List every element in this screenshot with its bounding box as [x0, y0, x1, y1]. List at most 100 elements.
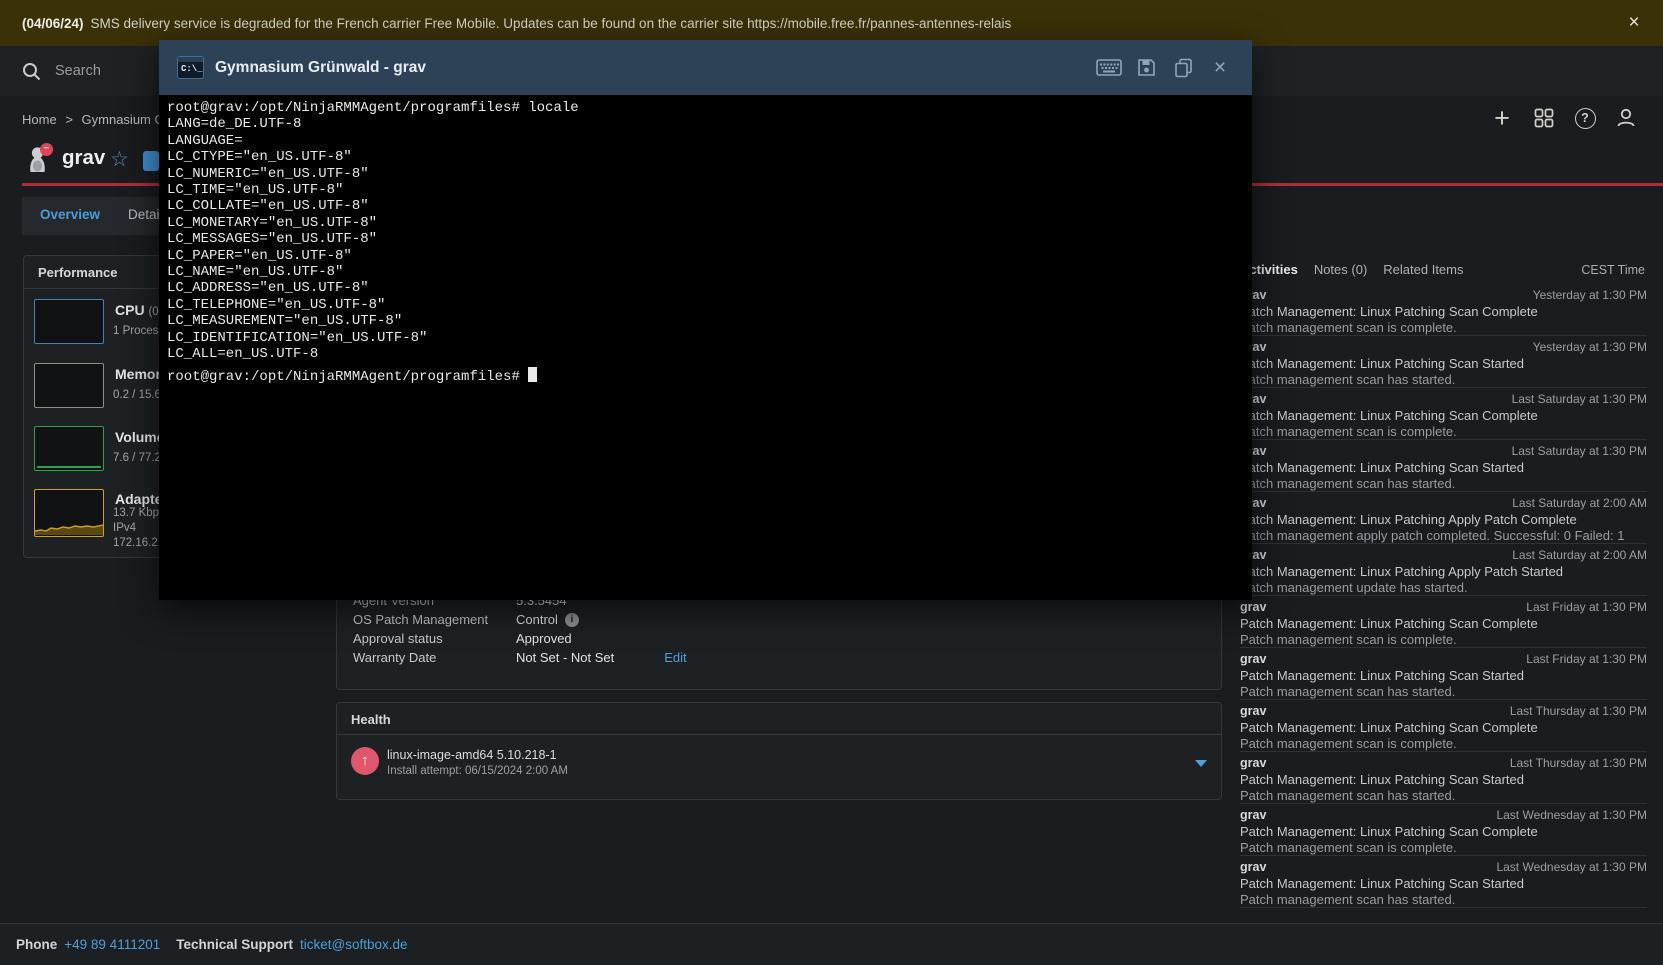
phone-label: Phone [16, 937, 57, 952]
terminal-titlebar[interactable]: C:\_ Gymnasium Grünwald - grav [159, 40, 1252, 95]
volumes-usage-line [37, 466, 101, 468]
activity-device: grav [1240, 807, 1266, 823]
activity-timestamp: Last Wednesday at 1:30 PM [1496, 859, 1647, 875]
activity-description: Patch management scan has started. [1240, 476, 1647, 492]
activity-title: Patch Management: Linux Patching Scan St… [1240, 355, 1647, 372]
tab-overview[interactable]: Overview [40, 207, 100, 222]
activity-title: Patch Management: Linux Patching Apply P… [1240, 511, 1647, 528]
health-card: Health ↑ linux-image-amd64 5.10.218-1 In… [336, 702, 1222, 800]
adapters-sparkline [35, 517, 103, 535]
activity-entry[interactable]: grav Last Friday at 1:30 PM Patch Manage… [1240, 648, 1647, 700]
activity-entry[interactable]: grav Last Thursday at 1:30 PM Patch Mana… [1240, 700, 1647, 752]
keyboard-icon [1096, 58, 1122, 77]
terminal-line: LC_TELEPHONE="en_US.UTF-8" [167, 297, 1252, 313]
health-item-detail: Install attempt: 06/15/2024 2:00 AM [387, 765, 568, 777]
support-label: Technical Support [176, 937, 293, 952]
activity-entry[interactable]: grav Last Wednesday at 1:30 PM Patch Man… [1240, 804, 1647, 856]
chevron-down-icon[interactable] [1195, 760, 1207, 767]
activity-entry[interactable]: grav Last Saturday at 2:00 AM Patch Mana… [1240, 544, 1647, 596]
health-item-name[interactable]: linux-image-amd64 5.10.218-1 [387, 748, 557, 762]
info-icon[interactable]: i [565, 613, 579, 627]
terminal-line: LC_MESSAGES="en_US.UTF-8" [167, 231, 1252, 247]
terminal-line: LC_NAME="en_US.UTF-8" [167, 264, 1252, 280]
activity-entry[interactable]: grav Last Friday at 1:30 PM Patch Manage… [1240, 596, 1647, 648]
notification-date: (04/06/24) [22, 16, 84, 31]
activity-description: Patch management scan is complete. [1240, 320, 1647, 336]
activity-entry[interactable]: grav Last Wednesday at 1:30 PM Patch Man… [1240, 856, 1647, 908]
edit-warranty-link[interactable]: Edit [664, 650, 686, 665]
activity-timestamp: Last Saturday at 1:30 PM [1512, 391, 1647, 407]
activity-entry[interactable]: grav Last Thursday at 1:30 PM Patch Mana… [1240, 752, 1647, 804]
virtual-keyboard-button[interactable] [1095, 55, 1123, 81]
status-badge: − [40, 143, 53, 156]
health-title: Health [351, 712, 391, 727]
support-email-link[interactable]: ticket@softbox.de [300, 937, 408, 952]
phone-number-link[interactable]: +49 89 4111201 [64, 937, 160, 952]
user-menu-button[interactable] [1613, 105, 1639, 131]
terminal-line: LC_ADDRESS="en_US.UTF-8" [167, 280, 1252, 296]
activity-entry[interactable]: grav Yesterday at 1:30 PM Patch Manageme… [1240, 336, 1647, 388]
detail-label: OS Patch Management [353, 612, 516, 627]
activity-entry[interactable]: grav Yesterday at 1:30 PM Patch Manageme… [1240, 284, 1647, 336]
activity-title: Patch Management: Linux Patching Scan St… [1240, 771, 1647, 788]
detail-value: Control [516, 612, 558, 627]
terminal-body[interactable]: root@grav:/opt/NinjaRMMAgent/programfile… [159, 95, 1252, 600]
update-alert-icon: ↑ [351, 747, 379, 775]
apps-button[interactable] [1531, 105, 1557, 131]
copy-icon [1174, 58, 1193, 78]
volumes-chart-thumbnail[interactable] [34, 426, 104, 471]
memory-chart-thumbnail[interactable] [34, 363, 104, 408]
activity-entry-head: grav Last Wednesday at 1:30 PM [1240, 807, 1647, 823]
timezone-label: CEST Time [1581, 263, 1645, 277]
terminal-close-icon[interactable]: × [1206, 55, 1234, 81]
terminal-window: C:\_ Gymnasium Grünwald - grav [159, 40, 1252, 600]
footer: Phone +49 89 4111201 Technical Support t… [0, 923, 1663, 965]
breadcrumb-home[interactable]: Home [22, 112, 57, 127]
activity-timestamp: Last Wednesday at 1:30 PM [1496, 807, 1647, 823]
activity-entry-head: grav Last Saturday at 2:00 AM [1240, 495, 1647, 511]
activity-device: grav [1240, 651, 1266, 667]
activity-entry-head: grav Last Wednesday at 1:30 PM [1240, 859, 1647, 875]
add-button[interactable]: + [1489, 105, 1515, 131]
activity-entry-head: grav Last Saturday at 2:00 AM [1240, 547, 1647, 563]
device-action-chip[interactable] [143, 151, 159, 171]
detail-value: Approved [516, 631, 572, 646]
activity-entry[interactable]: grav Last Saturday at 1:30 PM Patch Mana… [1240, 440, 1647, 492]
terminal-line: LC_MONETARY="en_US.UTF-8" [167, 215, 1252, 231]
copy-output-button[interactable] [1169, 55, 1197, 81]
terminal-line: LC_CTYPE="en_US.UTF-8" [167, 149, 1252, 165]
activity-timestamp: Yesterday at 1:30 PM [1533, 339, 1647, 355]
tab-notes[interactable]: Notes (0) [1314, 262, 1367, 277]
help-button[interactable]: ? [1572, 105, 1598, 131]
save-icon [1137, 58, 1156, 77]
detail-row-approval-status: Approval status Approved [353, 629, 1205, 648]
terminal-line: LC_TIME="en_US.UTF-8" [167, 182, 1252, 198]
user-icon [1615, 107, 1637, 129]
adapters-chart-thumbnail[interactable] [34, 489, 104, 537]
terminal-line: LC_MEASUREMENT="en_US.UTF-8" [167, 313, 1252, 329]
activity-timestamp: Last Friday at 1:30 PM [1526, 599, 1647, 615]
terminal-app-icon-bar [178, 57, 203, 62]
save-output-button[interactable] [1132, 55, 1160, 81]
close-icon[interactable]: × [1621, 10, 1647, 36]
detail-row-warranty-date: Warranty Date Not Set - Not Set Edit [353, 648, 1205, 667]
activity-entry[interactable]: grav Last Saturday at 1:30 PM Patch Mana… [1240, 388, 1647, 440]
tab-related-items[interactable]: Related Items [1383, 262, 1463, 277]
activity-title: Patch Management: Linux Patching Scan St… [1240, 667, 1647, 684]
favorite-star-icon[interactable]: ☆ [110, 147, 129, 172]
activity-timestamp: Last Saturday at 2:00 AM [1512, 495, 1647, 511]
activity-entry-head: grav Yesterday at 1:30 PM [1240, 339, 1647, 355]
activity-title: Patch Management: Linux Patching Apply P… [1240, 563, 1647, 580]
activity-description: Patch management scan has started. [1240, 372, 1647, 388]
activity-entry[interactable]: grav Last Saturday at 2:00 AM Patch Mana… [1240, 492, 1647, 544]
activity-timestamp: Yesterday at 1:30 PM [1533, 287, 1647, 303]
terminal-title: Gymnasium Grünwald - grav [215, 59, 1086, 77]
terminal-line: LC_COLLATE="en_US.UTF-8" [167, 198, 1252, 214]
detail-value: Not Set - Not Set [516, 650, 614, 665]
activity-description: Patch management scan has started. [1240, 892, 1647, 908]
activity-title: Patch Management: Linux Patching Scan Co… [1240, 823, 1647, 840]
cpu-chart-thumbnail[interactable] [34, 299, 104, 344]
terminal-cursor [528, 367, 537, 382]
cpu-name: CPU [115, 302, 145, 318]
activity-device: grav [1240, 703, 1266, 719]
